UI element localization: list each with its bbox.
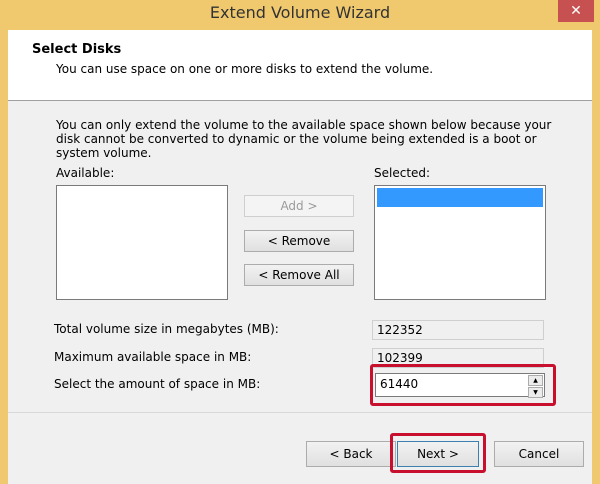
stepper-arrows[interactable]: ▲ ▼ [528, 375, 543, 398]
list-item[interactable]: Disk 0 61440 MB [377, 188, 543, 223]
max-space-label: Maximum available space in MB: [54, 350, 252, 364]
close-icon[interactable]: ✕ [558, 0, 594, 22]
back-button[interactable]: < Back [306, 441, 396, 467]
add-button[interactable]: Add > [244, 195, 354, 217]
total-size-value: 122352 [372, 320, 544, 340]
selected-label: Selected: [374, 166, 431, 180]
page-title: Select Disks [32, 42, 122, 57]
amount-stepper[interactable]: 61440 ▲ ▼ [375, 373, 545, 398]
chevron-down-icon[interactable]: ▼ [528, 387, 543, 398]
next-button[interactable]: Next > [397, 441, 479, 467]
disk-size: 61440 MB [454, 209, 515, 223]
available-disks-list[interactable] [56, 185, 228, 300]
cancel-button[interactable]: Cancel [494, 441, 584, 467]
title-bar: Extend Volume Wizard ✕ [0, 0, 600, 30]
remove-all-button[interactable]: < Remove All [244, 264, 354, 286]
total-size-label: Total volume size in megabytes (MB): [54, 322, 279, 336]
chevron-up-icon[interactable]: ▲ [528, 375, 543, 386]
intro-text: You can only extend the volume to the av… [56, 118, 552, 160]
footer-divider [8, 412, 592, 413]
wizard-body: Select Disks You can use space on one or… [8, 30, 592, 484]
wizard-header: Select Disks You can use space on one or… [8, 30, 592, 101]
remove-button[interactable]: < Remove [244, 230, 354, 252]
available-label: Available: [56, 166, 115, 180]
amount-label: Select the amount of space in MB: [54, 377, 261, 391]
selected-disks-list[interactable]: Disk 0 61440 MB [374, 185, 546, 300]
amount-value[interactable]: 61440 [380, 377, 418, 391]
window-title: Extend Volume Wizard [209, 3, 391, 22]
disk-name: Disk 0 [401, 209, 440, 223]
page-subtitle: You can use space on one or more disks t… [56, 62, 434, 76]
